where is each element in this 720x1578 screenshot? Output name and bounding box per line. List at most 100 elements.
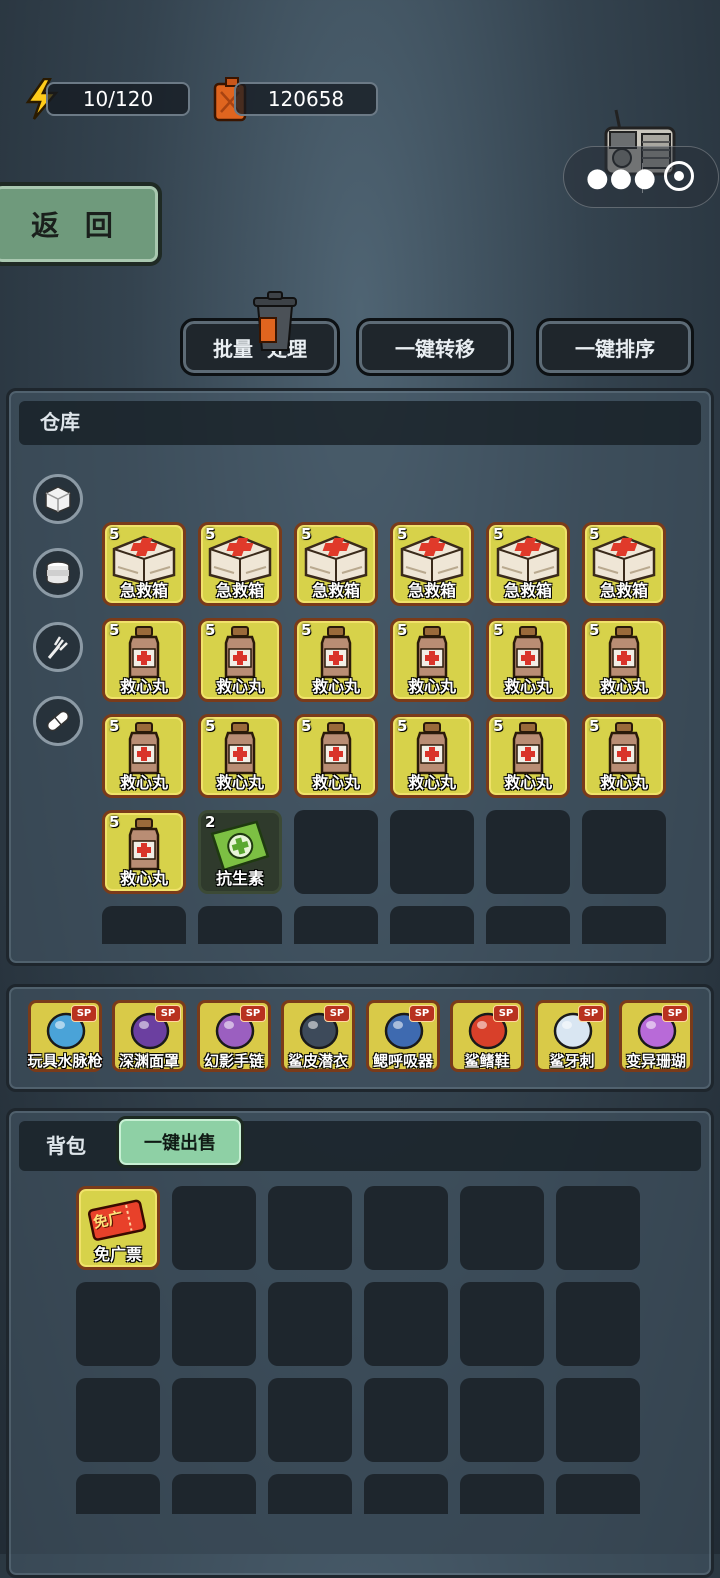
item-name: 免广票 — [93, 1245, 142, 1264]
item-quantity: 5 — [589, 621, 600, 639]
item-quantity: 5 — [301, 525, 312, 543]
category-box-tab[interactable] — [33, 474, 83, 524]
backpack-title: 背包 — [46, 1134, 86, 1158]
empty-slot[interactable] — [390, 810, 474, 894]
empty-slot[interactable] — [294, 810, 378, 894]
warehouse-item-slot[interactable]: 5 救心丸 — [198, 618, 282, 702]
empty-slot[interactable] — [364, 1186, 448, 1270]
empty-slot[interactable] — [268, 1378, 352, 1462]
empty-slot[interactable] — [268, 1474, 352, 1514]
item-name: 救心丸 — [599, 677, 648, 696]
equipment-slot[interactable]: SP 鲨皮潜衣 — [281, 1000, 355, 1072]
empty-slot[interactable] — [364, 1378, 448, 1462]
empty-slot[interactable] — [556, 1186, 640, 1270]
empty-slot[interactable] — [102, 906, 186, 944]
target-circle-icon[interactable] — [664, 161, 694, 191]
equipment-slot[interactable]: SP 鲨鳍鞋 — [450, 1000, 524, 1072]
warehouse-item-slot[interactable]: 5 急救箱 — [102, 522, 186, 606]
item-name: 救心丸 — [311, 773, 360, 792]
item-quantity: 5 — [205, 717, 216, 735]
warehouse-item-slot[interactable]: 5 救心丸 — [102, 810, 186, 894]
sp-badge: SP — [71, 1005, 97, 1022]
one-click-sort-button[interactable]: 一键排序 — [536, 318, 694, 376]
transfer-label: 一键转移 — [395, 336, 475, 361]
equipment-name: 幻影手链 — [203, 1052, 264, 1070]
empty-slot[interactable] — [556, 1474, 640, 1514]
warehouse-item-slot[interactable]: 5 急救箱 — [390, 522, 474, 606]
fork-icon — [47, 636, 68, 659]
empty-slot[interactable] — [460, 1474, 544, 1514]
warehouse-item-slot[interactable]: 5 急救箱 — [486, 522, 570, 606]
trash-can-icon — [250, 290, 300, 352]
warehouse-item-slot[interactable]: 2 抗生素 — [198, 810, 282, 894]
empty-slot[interactable] — [390, 906, 474, 944]
one-click-transfer-button[interactable]: 一键转移 — [356, 318, 514, 376]
one-click-sell-button[interactable]: 一键出售 — [116, 1116, 244, 1168]
item-quantity: 5 — [493, 621, 504, 639]
item-quantity: 5 — [397, 621, 408, 639]
empty-slot[interactable] — [172, 1474, 256, 1514]
equipment-slot[interactable]: SP 鳃呼吸器 — [366, 1000, 440, 1072]
equipment-slot[interactable]: SP 幻影手链 — [197, 1000, 271, 1072]
item-quantity: 5 — [589, 525, 600, 543]
category-food-tab[interactable] — [33, 548, 83, 598]
equipment-slot[interactable]: SP 玩具水脉枪 — [27, 1000, 103, 1072]
warehouse-item-slot[interactable]: 5 救心丸 — [486, 714, 570, 798]
category-tool-tab[interactable] — [33, 622, 83, 672]
warehouse-item-slot[interactable]: 5 救心丸 — [390, 618, 474, 702]
empty-slot[interactable] — [556, 1282, 640, 1366]
empty-slot[interactable] — [76, 1378, 160, 1462]
empty-slot[interactable] — [364, 1474, 448, 1514]
backpack-item-slot[interactable]: 免广 免广票 — [76, 1186, 160, 1270]
empty-slot[interactable] — [364, 1282, 448, 1366]
item-name: 急救箱 — [119, 581, 168, 600]
empty-slot[interactable] — [460, 1282, 544, 1366]
category-medicine-tab[interactable] — [33, 696, 83, 746]
warehouse-item-slot[interactable]: 5 救心丸 — [390, 714, 474, 798]
empty-slot[interactable] — [172, 1282, 256, 1366]
warehouse-item-slot[interactable]: 5 急救箱 — [198, 522, 282, 606]
item-quantity: 5 — [109, 621, 120, 639]
equipment-name: 玩具水脉枪 — [27, 1052, 103, 1070]
empty-slot[interactable] — [556, 1378, 640, 1462]
sp-badge: SP — [324, 1005, 350, 1022]
empty-slot[interactable] — [460, 1186, 544, 1270]
equipment-name: 变异珊瑚 — [625, 1052, 686, 1070]
item-name: 急救箱 — [503, 581, 552, 600]
empty-slot[interactable] — [76, 1474, 160, 1514]
warehouse-item-slot[interactable]: 5 急救箱 — [582, 522, 666, 606]
item-name: 救心丸 — [119, 869, 168, 888]
can-icon — [46, 561, 70, 585]
empty-slot[interactable] — [486, 810, 570, 894]
empty-slot[interactable] — [268, 1186, 352, 1270]
equipment-name: 鲨牙刺 — [549, 1052, 595, 1070]
empty-slot[interactable] — [294, 906, 378, 944]
warehouse-item-slot[interactable]: 5 救心丸 — [486, 618, 570, 702]
item-name: 救心丸 — [311, 677, 360, 696]
empty-slot[interactable] — [76, 1282, 160, 1366]
warehouse-item-slot[interactable]: 5 救心丸 — [582, 714, 666, 798]
empty-slot[interactable] — [172, 1186, 256, 1270]
empty-slot[interactable] — [582, 810, 666, 894]
empty-slot[interactable] — [460, 1378, 544, 1462]
equipment-slot[interactable]: SP 鲨牙刺 — [535, 1000, 609, 1072]
warehouse-item-slot[interactable]: 5 救心丸 — [198, 714, 282, 798]
warehouse-item-slot[interactable]: 5 救心丸 — [294, 618, 378, 702]
warehouse-item-slot[interactable]: 5 救心丸 — [582, 618, 666, 702]
warehouse-item-slot[interactable]: 5 急救箱 — [294, 522, 378, 606]
warehouse-item-slot[interactable]: 5 救心丸 — [102, 714, 186, 798]
empty-slot[interactable] — [582, 906, 666, 944]
empty-slot[interactable] — [486, 906, 570, 944]
miniprogram-capsule: ●●● — [563, 146, 719, 208]
more-dots-icon[interactable]: ●●● — [586, 165, 657, 191]
item-name: 抗生素 — [215, 869, 264, 888]
empty-slot[interactable] — [198, 906, 282, 944]
fuel-counter: 120658 — [234, 82, 378, 116]
back-button[interactable]: 返 回 — [0, 182, 162, 266]
empty-slot[interactable] — [172, 1378, 256, 1462]
equipment-slot[interactable]: SP 变异珊瑚 — [619, 1000, 693, 1072]
warehouse-item-slot[interactable]: 5 救心丸 — [102, 618, 186, 702]
empty-slot[interactable] — [268, 1282, 352, 1366]
warehouse-item-slot[interactable]: 5 救心丸 — [294, 714, 378, 798]
equipment-slot[interactable]: SP 深渊面罩 — [112, 1000, 186, 1072]
